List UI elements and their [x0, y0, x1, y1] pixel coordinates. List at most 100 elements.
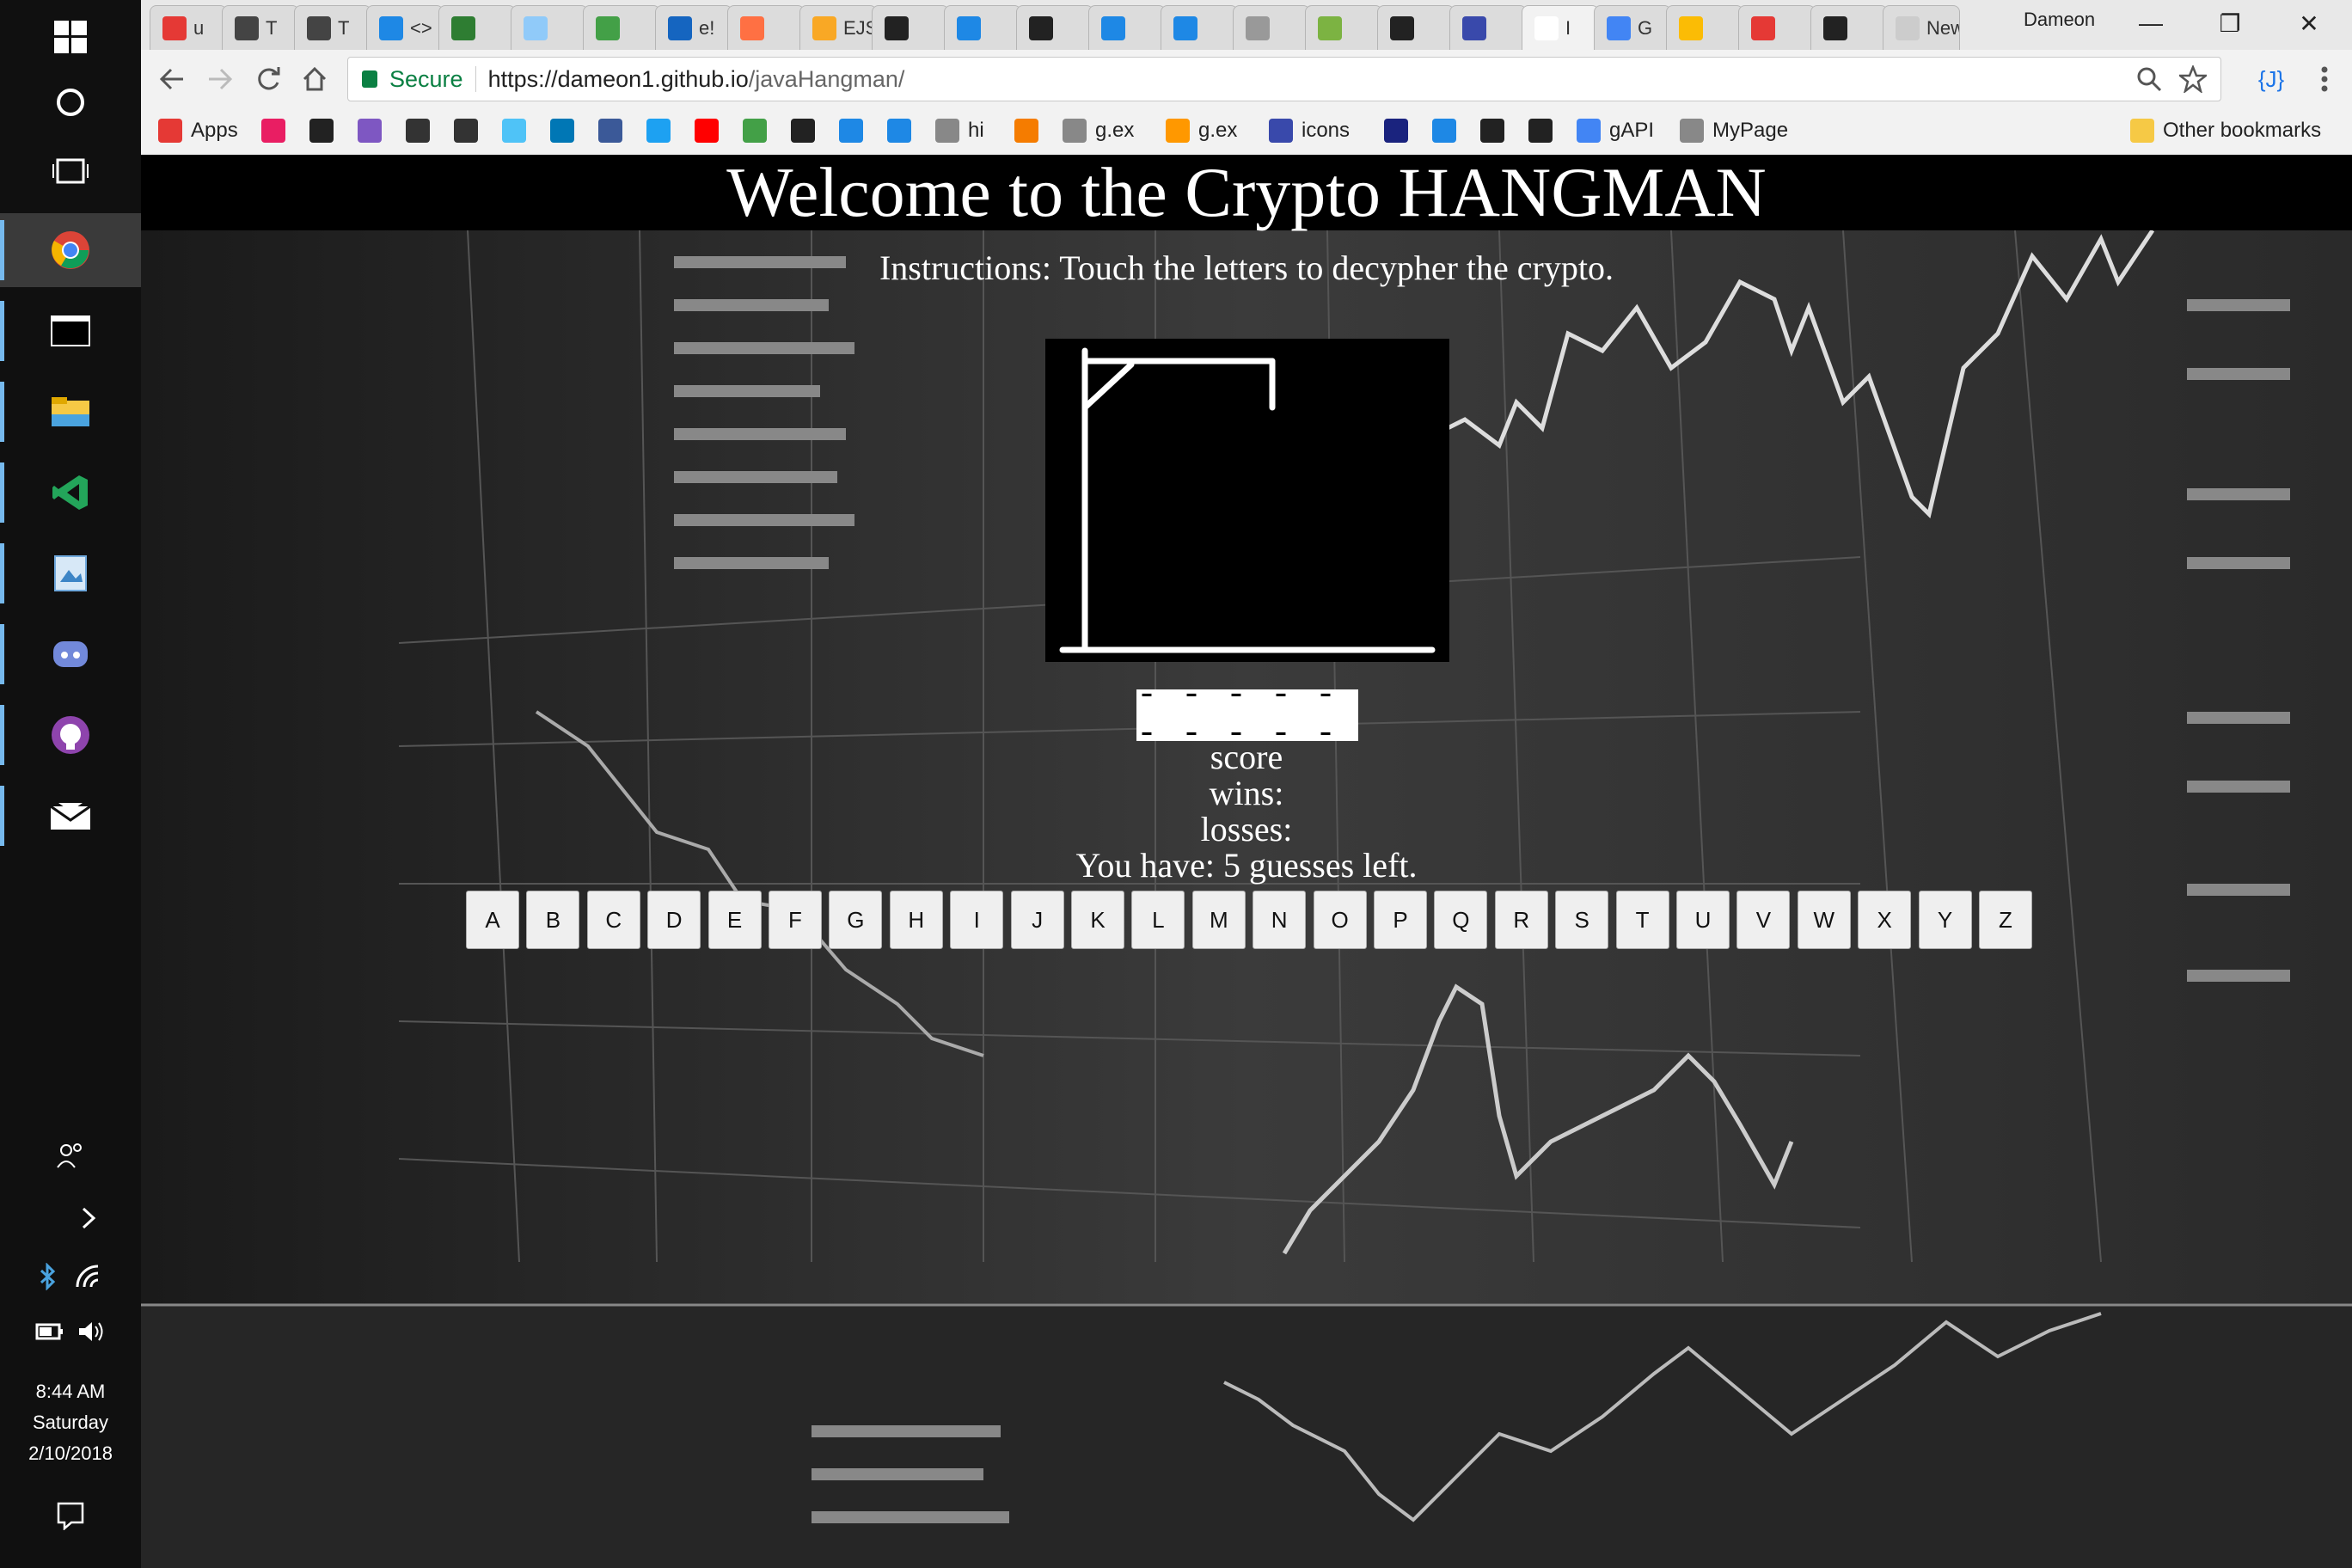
browser-tab[interactable] — [944, 5, 1021, 50]
letter-button-v[interactable]: V — [1736, 891, 1791, 949]
letter-button-h[interactable]: H — [889, 891, 943, 949]
browser-tab[interactable] — [1233, 5, 1310, 50]
letter-button-f[interactable]: F — [769, 891, 822, 949]
browser-tab[interactable]: T — [294, 5, 371, 50]
bookmark-item[interactable]: Apps — [158, 117, 238, 144]
browser-tab[interactable] — [1449, 5, 1527, 50]
browser-tab[interactable] — [438, 5, 516, 50]
letter-button-d[interactable]: D — [647, 891, 701, 949]
bookmark-item[interactable] — [406, 117, 438, 144]
bookmark-item[interactable] — [309, 117, 342, 144]
letter-button-j[interactable]: J — [1010, 891, 1064, 949]
bookmark-star-icon[interactable] — [2179, 65, 2207, 93]
taskbar-github-desktop[interactable] — [0, 698, 141, 772]
bookmark-item[interactable] — [887, 117, 920, 144]
letter-button-n[interactable]: N — [1253, 891, 1307, 949]
browser-tab[interactable]: New — [1883, 5, 1960, 50]
taskbar-terminal[interactable] — [0, 294, 141, 368]
bookmark-item[interactable] — [1528, 117, 1561, 144]
letter-button-m[interactable]: M — [1191, 891, 1246, 949]
bookmark-item[interactable]: g.ex — [1166, 117, 1237, 144]
forward-button[interactable] — [201, 60, 239, 98]
back-button[interactable] — [153, 60, 191, 98]
letter-button-r[interactable]: R — [1494, 891, 1548, 949]
browser-tab[interactable]: T — [222, 5, 299, 50]
bookmark-item[interactable]: g.ex — [1063, 117, 1134, 144]
letter-button-i[interactable]: I — [950, 891, 1004, 949]
letter-button-b[interactable]: B — [526, 891, 580, 949]
bluetooth-icon[interactable] — [38, 1263, 57, 1290]
minimize-button[interactable]: — — [2111, 0, 2190, 46]
browser-tab[interactable] — [727, 5, 805, 50]
bookmark-item[interactable] — [791, 117, 824, 144]
bookmark-item[interactable]: gAPI — [1577, 117, 1654, 144]
bookmark-item[interactable] — [550, 117, 583, 144]
taskbar-discord[interactable] — [0, 617, 141, 691]
bookmark-item[interactable] — [1014, 117, 1047, 144]
taskbar-vscode[interactable] — [0, 456, 141, 530]
letter-button-a[interactable]: A — [466, 891, 519, 949]
browser-tab[interactable] — [1016, 5, 1093, 50]
letter-button-k[interactable]: K — [1071, 891, 1124, 949]
letter-button-l[interactable]: L — [1131, 891, 1185, 949]
browser-tab[interactable] — [511, 5, 588, 50]
letter-button-u[interactable]: U — [1676, 891, 1730, 949]
taskbar-image-viewer[interactable] — [0, 536, 141, 610]
letter-button-e[interactable]: E — [707, 891, 762, 949]
task-view-button[interactable] — [0, 134, 141, 208]
letter-button-z[interactable]: Z — [1979, 891, 2032, 949]
action-center-button[interactable] — [0, 1479, 141, 1553]
bookmark-item[interactable] — [839, 117, 872, 144]
address-bar[interactable]: Secure https://dameon1.github.io/javaHan… — [347, 57, 2221, 101]
json-extension-button[interactable]: {J} — [2245, 60, 2297, 98]
browser-tab[interactable] — [872, 5, 949, 50]
letter-button-c[interactable]: C — [586, 891, 640, 949]
letter-button-t[interactable]: T — [1615, 891, 1669, 949]
zoom-icon[interactable] — [2136, 66, 2162, 92]
browser-tab[interactable]: EJS — [799, 5, 877, 50]
letter-button-p[interactable]: P — [1374, 891, 1427, 949]
bookmark-item[interactable]: MyPage — [1680, 117, 1788, 144]
browser-tab[interactable]: G — [1594, 5, 1671, 50]
chrome-menu-button[interactable] — [2306, 60, 2343, 98]
bookmark-item[interactable] — [1480, 117, 1513, 144]
reload-button[interactable] — [249, 60, 287, 98]
letter-button-s[interactable]: S — [1555, 891, 1609, 949]
taskbar-file-explorer[interactable] — [0, 375, 141, 449]
letter-button-y[interactable]: Y — [1918, 891, 1972, 949]
browser-tab[interactable]: I — [1522, 5, 1599, 50]
wifi-icon[interactable] — [74, 1264, 103, 1289]
browser-tab[interactable] — [1738, 5, 1816, 50]
letter-button-q[interactable]: Q — [1434, 891, 1488, 949]
bookmark-item[interactable] — [1384, 117, 1417, 144]
bookmark-item[interactable] — [743, 117, 775, 144]
browser-tab[interactable] — [1810, 5, 1888, 50]
browser-tab[interactable] — [1305, 5, 1382, 50]
other-bookmarks[interactable]: Other bookmarks — [2130, 117, 2321, 144]
bookmark-item[interactable] — [598, 117, 631, 144]
browser-tab[interactable] — [1666, 5, 1743, 50]
browser-tab[interactable]: u — [150, 5, 227, 50]
clock-time[interactable]: 8:44 AM — [0, 1381, 141, 1403]
profile-name[interactable]: Dameon — [2024, 9, 2095, 31]
volume-icon[interactable] — [77, 1319, 106, 1344]
bookmark-item[interactable]: hi — [935, 117, 984, 144]
letter-button-o[interactable]: O — [1313, 891, 1367, 949]
bookmark-item[interactable] — [1432, 117, 1465, 144]
bookmark-item[interactable] — [502, 117, 535, 144]
browser-tab[interactable]: e! — [655, 5, 732, 50]
bookmark-item[interactable] — [695, 117, 727, 144]
home-button[interactable] — [296, 60, 334, 98]
letter-button-g[interactable]: G — [829, 891, 883, 949]
browser-tab[interactable] — [1161, 5, 1238, 50]
clock-date[interactable]: 2/10/2018 — [0, 1442, 141, 1465]
battery-icon[interactable] — [35, 1322, 64, 1341]
close-window-button[interactable]: ✕ — [2269, 0, 2349, 46]
restore-button[interactable]: ❐ — [2190, 0, 2269, 46]
windows-start-button[interactable] — [0, 0, 141, 74]
bookmark-item[interactable] — [261, 117, 294, 144]
browser-tab[interactable]: <> — [366, 5, 444, 50]
bookmark-item[interactable] — [358, 117, 390, 144]
browser-tab[interactable] — [1377, 5, 1455, 50]
browser-tab[interactable] — [583, 5, 660, 50]
